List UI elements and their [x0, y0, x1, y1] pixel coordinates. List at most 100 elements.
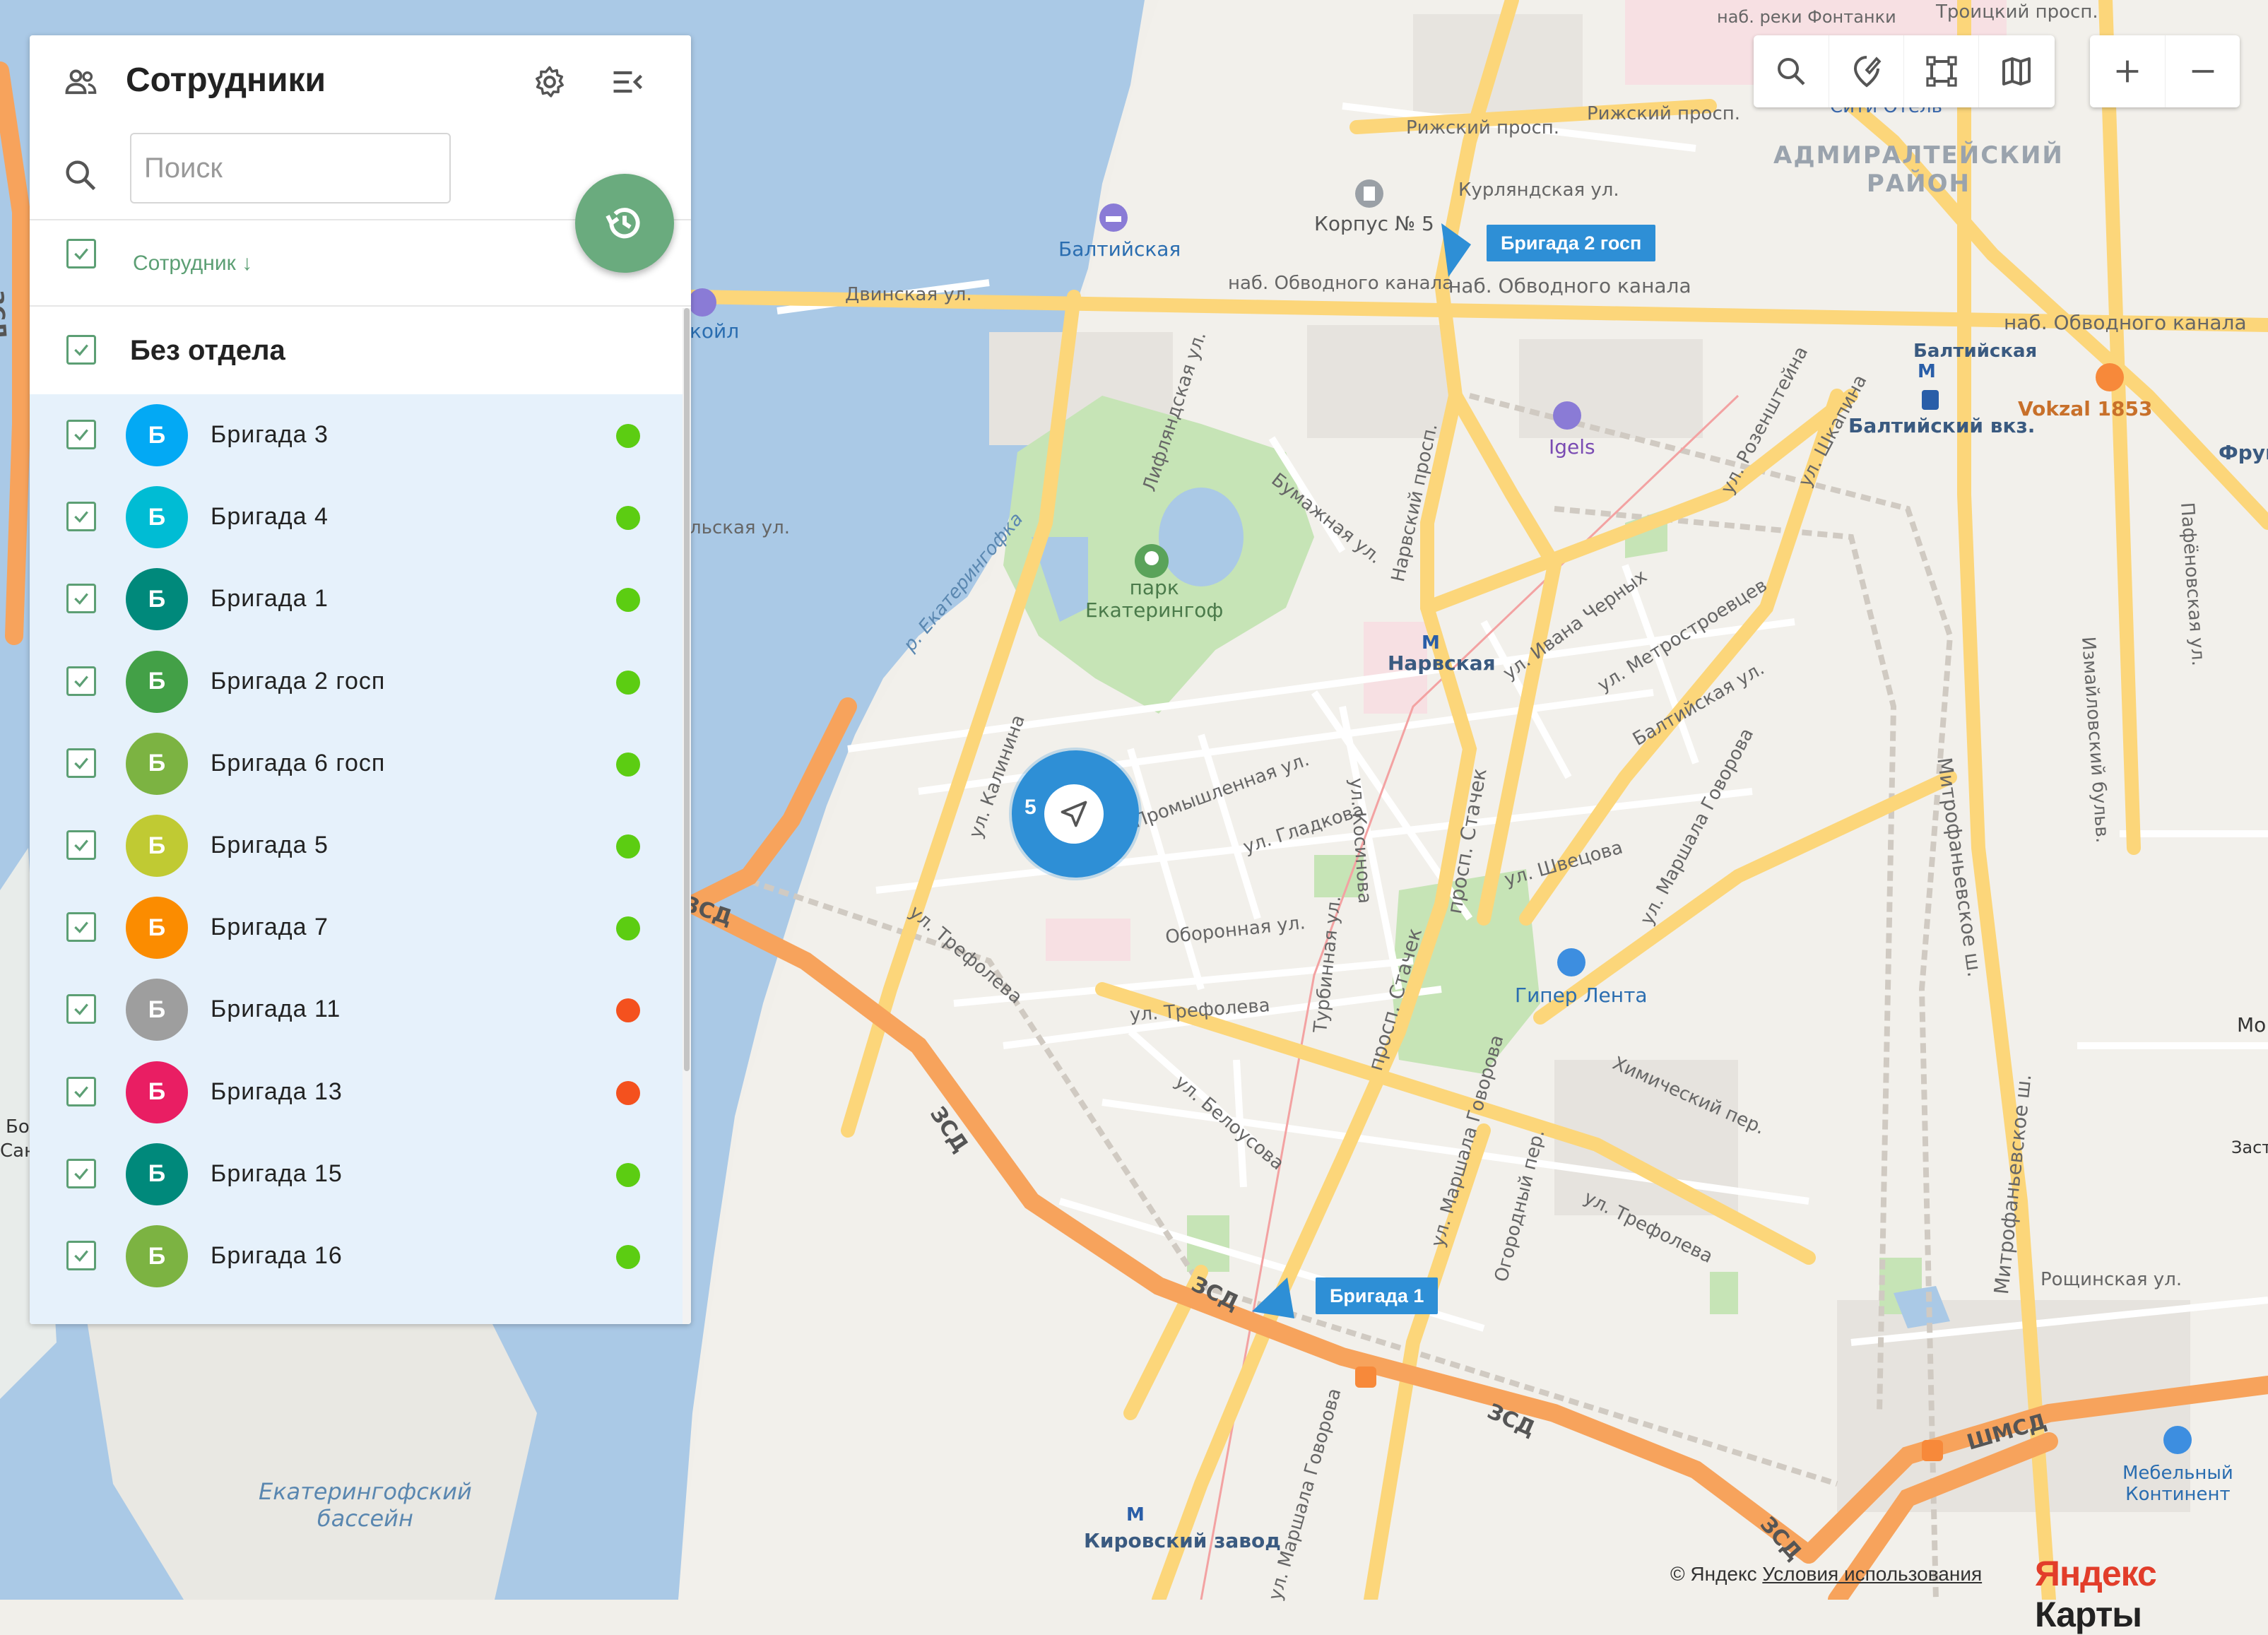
terms-link[interactable]: Условия использования	[1762, 1563, 1982, 1585]
yandex-maps-logo[interactable]: Яндекс Карты	[2035, 1553, 2268, 1635]
svg-text:M: M	[1126, 1504, 1145, 1525]
employee-row[interactable]: Б Бригада 1	[30, 558, 683, 642]
employee-name: Бригада 16	[211, 1242, 343, 1269]
map-label: Мебельный Континент	[2122, 1463, 2233, 1505]
panel-title: Сотрудники	[126, 61, 326, 99]
employee-row[interactable]: Б Бригада 7	[30, 887, 683, 970]
minus-icon	[2192, 70, 2214, 73]
search-icon	[1778, 58, 1805, 85]
employee-name: Бригада 1	[211, 585, 329, 613]
map-label: Заст	[2231, 1138, 2268, 1157]
svg-text:M: M	[1422, 632, 1440, 653]
employee-checkbox[interactable]	[66, 666, 96, 696]
map-label: парк Екатерингоф	[1085, 576, 1224, 622]
gear-icon[interactable]	[531, 64, 568, 100]
menu-collapse-icon[interactable]	[609, 64, 646, 100]
employee-row[interactable]: Б Бригада 5	[30, 805, 683, 888]
avatar: Б	[126, 979, 188, 1041]
scrollbar-thumb[interactable]	[684, 308, 690, 1071]
navigation-arrow-icon[interactable]	[1252, 1277, 1301, 1320]
employee-name: Бригада 13	[211, 1078, 343, 1105]
select-all-checkbox[interactable]	[66, 239, 96, 268]
restaurant-icon	[2096, 363, 2124, 391]
map-label: Екатерингофский бассейн	[259, 1478, 472, 1532]
map-layers-button[interactable]	[1978, 35, 2054, 107]
draw-area-icon	[1853, 56, 1882, 88]
draw-area-button[interactable]	[1829, 35, 1904, 107]
fuel-icon	[1355, 1367, 1376, 1388]
employee-row[interactable]: Б Бригада 6 госп	[30, 723, 683, 806]
group-checkbox[interactable]	[66, 335, 96, 365]
map-layers-icon	[2002, 57, 2031, 85]
avatar: Б	[126, 1225, 188, 1287]
map-label: Бо	[6, 1116, 30, 1138]
map-label: АДМИРАЛТЕЙСКИЙ РАЙОН	[1773, 141, 2064, 198]
avatar: Б	[126, 568, 188, 631]
employee-row[interactable]: Б Бригада 15	[30, 1133, 683, 1217]
map-label: Троицкий просп.	[1936, 1, 2098, 23]
employee-row[interactable]: Б Бригада 11	[30, 969, 683, 1052]
employee-checkbox[interactable]	[66, 420, 96, 449]
divider	[30, 305, 691, 307]
status-dot	[616, 670, 640, 695]
employee-row[interactable]: Б Бригада 16	[30, 1215, 683, 1299]
avatar: Б	[126, 1061, 188, 1123]
employee-checkbox[interactable]	[66, 502, 96, 532]
employee-checkbox[interactable]	[66, 830, 96, 860]
map-label: Рижский просп.	[1406, 117, 1560, 138]
employee-row[interactable]: Б Бригада 2 госп	[30, 641, 683, 724]
search-input[interactable]	[130, 133, 451, 203]
marker-label-brigade-2[interactable]: Бригада 2 госп	[1487, 225, 1656, 261]
map-label: наб. Обводного канала	[1448, 274, 1691, 297]
map-search-button[interactable]	[1754, 35, 1829, 107]
map-label: Курляндская ул.	[1458, 179, 1619, 201]
select-rect-button[interactable]	[1903, 35, 1979, 107]
employee-checkbox[interactable]	[66, 1158, 96, 1188]
map-label: Нарвская	[1388, 651, 1496, 675]
search-icon	[66, 160, 96, 191]
employee-row[interactable]: Б Бригада 3	[30, 394, 683, 478]
shop-icon	[688, 288, 716, 317]
map-label: Балтийский вкз.	[1848, 414, 2036, 437]
employee-name: Бригада 7	[211, 914, 329, 941]
employee-name: Бригада 11	[211, 996, 341, 1023]
navigation-arrow-icon[interactable]	[1439, 223, 1474, 280]
employee-name: Бригада 4	[211, 503, 329, 531]
status-dot	[616, 998, 640, 1023]
status-dot	[616, 834, 640, 858]
map-label: Гипер Лента	[1515, 984, 1648, 1007]
employee-checkbox[interactable]	[66, 994, 96, 1025]
plus-icon	[2116, 60, 2139, 83]
list-scrollbar[interactable]	[683, 308, 691, 1324]
map-label: Корпус № 5	[1314, 212, 1434, 235]
select-rect-icon	[1926, 56, 1957, 87]
employee-checkbox[interactable]	[66, 912, 96, 943]
zoom-in-button[interactable]	[2090, 35, 2165, 107]
metro-icon: M	[1126, 1504, 1145, 1525]
marker-label-brigade-1[interactable]: Бригада 1	[1316, 1277, 1439, 1314]
status-dot	[616, 1162, 640, 1187]
employee-checkbox[interactable]	[66, 584, 96, 614]
employee-list: Б Бригада 3 Б Бригада 4 Б Бригада 1 Б Бригада 2…	[30, 394, 683, 1324]
employee-row[interactable]: Б Бригада 13	[30, 1051, 683, 1135]
map-label: Двинская ул.	[845, 284, 972, 305]
marker-cluster[interactable]: 5	[1012, 750, 1139, 878]
people-icon	[65, 69, 97, 95]
department-group[interactable]	[30, 308, 683, 391]
fuel-icon	[1922, 1440, 1943, 1461]
employee-checkbox[interactable]	[66, 1241, 96, 1270]
map-label: Vokzal 1853	[2018, 397, 2153, 420]
building-icon	[1355, 179, 1383, 208]
shop-icon	[2163, 1426, 2192, 1454]
map-label: Рижский просп.	[1587, 103, 1741, 124]
status-dot	[616, 916, 640, 941]
employee-checkbox[interactable]	[66, 748, 96, 778]
employee-row[interactable]: Б Бригада 4	[30, 476, 683, 560]
history-button[interactable]	[575, 174, 674, 273]
map-label: Балтийская	[1913, 341, 2038, 362]
avatar: Б	[126, 815, 188, 877]
employee-checkbox[interactable]	[66, 1076, 96, 1106]
zoom-out-button[interactable]	[2165, 35, 2240, 107]
sort-by-employee-button[interactable]: Сотрудник ↓	[133, 252, 252, 276]
employee-name: Бригада 5	[211, 832, 329, 858]
